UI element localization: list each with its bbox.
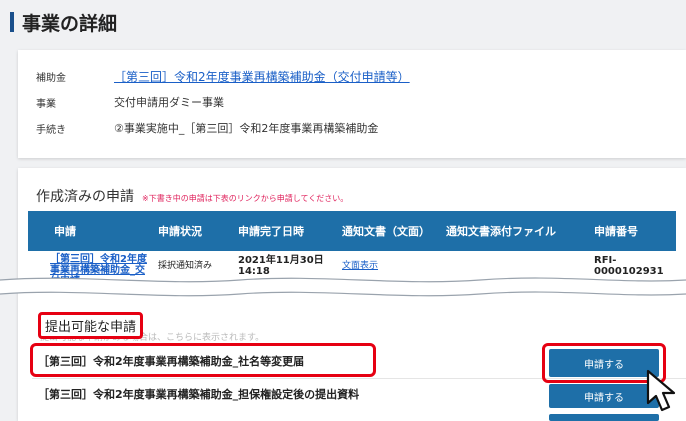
procedure-label: 手続き xyxy=(36,124,66,136)
column-header-number: 申請番号 xyxy=(594,225,638,238)
screenshot-tear-divider xyxy=(0,277,686,297)
info-row-procedure: 手続き ②事業実施中_［第三回］令和2年度事業再構築補助金 xyxy=(36,118,676,138)
business-value: 交付申請用ダミー事業 xyxy=(114,96,224,109)
created-applications-header: 作成済みの申請 ※下書き中の申請は下表のリンクから申請してください。 xyxy=(36,186,348,206)
application-name: ［第三回］令和2年度事業再構築補助金_担保権設定後の提出資料 xyxy=(38,388,360,401)
info-row-business: 事業 交付申請用ダミー事業 xyxy=(36,92,676,112)
info-row-subsidy: 補助金 ［第三回］令和2年度事業再構築補助金（交付申請等） xyxy=(36,66,676,86)
draft-note: ※下書き中の申請は下表のリンクから申請してください。 xyxy=(142,194,349,203)
column-header-datetime: 申請完了日時 xyxy=(238,225,304,238)
column-header-notice: 通知文書（文面） xyxy=(342,225,430,238)
page-header: 事業の詳細 xyxy=(0,0,686,44)
apply-button-partial[interactable] xyxy=(549,414,659,421)
subsidy-link[interactable]: ［第三回］令和2年度事業再構築補助金（交付申請等） xyxy=(114,68,410,85)
status-cell: 採択通知済み xyxy=(158,261,213,271)
column-header-attachment: 通知文書添付ファイル xyxy=(446,225,556,238)
procedure-value: ②事業実施中_［第三回］令和2年度事業再構築補助金 xyxy=(114,122,379,135)
table-header: 申請 申請状況 申請完了日時 通知文書（文面） 通知文書添付ファイル 申請番号 xyxy=(28,211,676,251)
mouse-pointer-icon xyxy=(646,369,676,412)
subsidy-label: 補助金 xyxy=(36,72,66,84)
column-header-status: 申請状況 xyxy=(158,225,202,238)
business-label: 事業 xyxy=(36,98,56,110)
title-accent-bar xyxy=(10,12,14,32)
available-applications-title: 提出可能な申請 xyxy=(38,312,144,339)
column-header-application: 申請 xyxy=(54,225,76,238)
created-applications-title: 作成済みの申請 xyxy=(36,189,134,205)
highlight-box-application-name xyxy=(30,343,376,377)
business-info-card: 補助金 ［第三回］令和2年度事業再構築補助金（交付申請等） 事業 交付申請用ダミ… xyxy=(18,50,686,158)
notice-text-link[interactable]: 文面表示 xyxy=(342,261,378,272)
page-title: 事業の詳細 xyxy=(22,12,118,35)
